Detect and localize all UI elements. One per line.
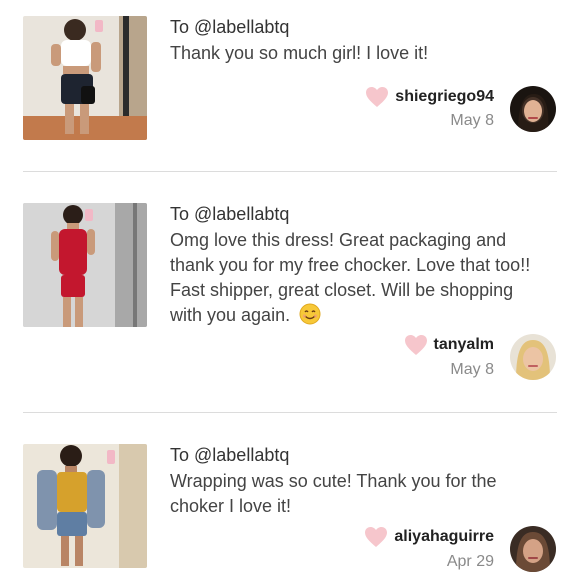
listing-photo[interactable] [23, 16, 147, 140]
reviewer-row: shiegriego94 [365, 86, 494, 108]
reviewer-username[interactable]: shiegriego94 [395, 88, 494, 106]
reviewer-avatar[interactable] [510, 86, 556, 132]
reviewer-avatar[interactable] [510, 526, 556, 572]
reviewer-row: aliyahaguirre [364, 526, 494, 548]
smiling-face-emoji-icon [299, 303, 321, 325]
reviewer-row: tanyalm [404, 334, 494, 356]
reviewer-avatar[interactable] [510, 334, 556, 380]
review-date: May 8 [450, 361, 494, 378]
review-message: Wrapping was so cute! Thank you for the … [170, 471, 497, 516]
listing-photo[interactable] [23, 444, 147, 568]
review-date: Apr 29 [446, 553, 494, 570]
review-message: Omg love this dress! Great packaging and… [170, 228, 550, 328]
reviewer-username[interactable]: tanyalm [434, 336, 494, 354]
heart-icon[interactable] [365, 86, 389, 108]
review-date: May 8 [450, 112, 494, 129]
heart-icon[interactable] [364, 526, 388, 548]
heart-icon[interactable] [404, 334, 428, 356]
divider [23, 171, 557, 172]
review-message: Thank you so much girl! I love it! [170, 43, 429, 63]
review-recipient[interactable]: To @labellabtq [170, 445, 289, 466]
review-recipient[interactable]: To @labellabtq [170, 17, 289, 38]
review-recipient[interactable]: To @labellabtq [170, 204, 289, 225]
divider [23, 412, 557, 413]
reviewer-username[interactable]: aliyahaguirre [394, 528, 494, 546]
listing-photo[interactable] [23, 203, 147, 327]
review-message-text: Omg love this dress! Great packaging and… [170, 230, 531, 325]
